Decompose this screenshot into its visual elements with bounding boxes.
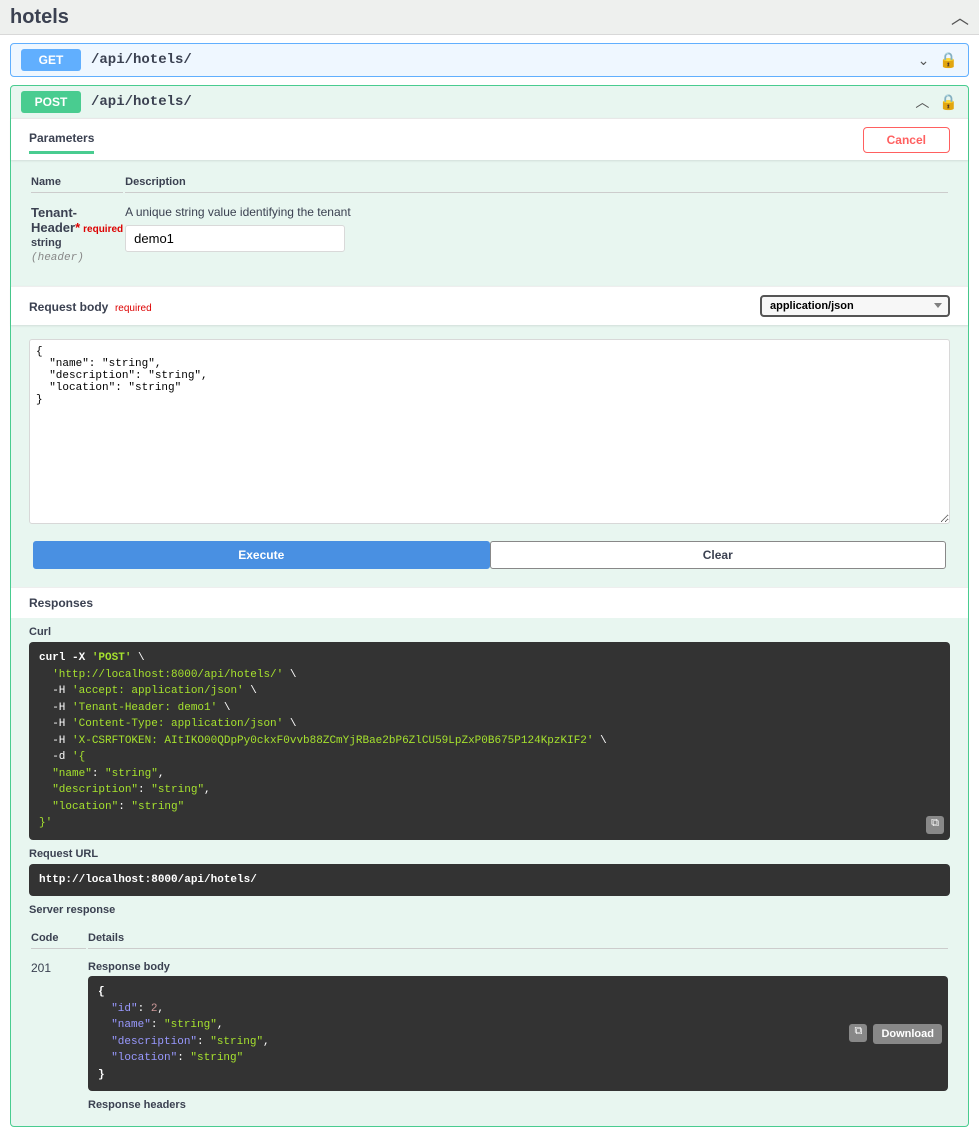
curl-title: Curl xyxy=(29,618,950,642)
col-details: Details xyxy=(88,928,948,949)
request-body-header: Request body required application/json xyxy=(11,286,968,325)
cancel-button[interactable]: Cancel xyxy=(863,127,950,153)
parameters-table: Name Description Tenant-Header*required … xyxy=(29,170,950,276)
request-url-block: http://localhost:8000/api/hotels/ xyxy=(29,864,950,897)
param-location: (header) xyxy=(31,252,84,264)
tenant-header-input[interactable] xyxy=(125,225,345,252)
response-table: Code Details 201 Response body { "id": 2… xyxy=(29,926,950,1126)
response-code: 201 xyxy=(31,951,86,1124)
response-headers-title: Response headers xyxy=(88,1099,948,1111)
chevron-up-icon[interactable]: ︿ xyxy=(915,92,929,112)
clear-button[interactable]: Clear xyxy=(490,541,947,569)
response-body-title: Response body xyxy=(88,961,948,973)
param-type: string xyxy=(31,237,62,249)
col-code: Code xyxy=(31,928,86,949)
request-body-title: Request body xyxy=(29,300,108,314)
request-url-title: Request URL xyxy=(29,840,950,864)
opblock-get: GET /api/hotels/ ⌄ 🔒 xyxy=(10,43,969,77)
param-name: Tenant-Header xyxy=(31,205,77,235)
opblock-summary-post[interactable]: POST /api/hotels/ ︿ 🔒 xyxy=(11,86,968,118)
tag-name: hotels xyxy=(10,6,69,29)
path-post: /api/hotels/ xyxy=(91,94,192,110)
request-body-editor[interactable]: { "name": "string", "description": "stri… xyxy=(29,339,950,524)
request-body-required: required xyxy=(112,303,152,314)
server-response-title: Server response xyxy=(29,896,950,920)
curl-block: curl -X 'POST' \ 'http://localhost:8000/… xyxy=(29,642,950,840)
download-button[interactable]: Download xyxy=(873,1024,942,1044)
chevron-up-icon[interactable]: ︿ xyxy=(951,4,969,30)
param-description: A unique string value identifying the te… xyxy=(125,205,948,219)
media-type-select[interactable]: application/json xyxy=(760,295,950,317)
col-name: Name xyxy=(31,172,123,193)
method-badge-post: POST xyxy=(21,91,81,113)
opblock-post: POST /api/hotels/ ︿ 🔒 Parameters Cancel … xyxy=(10,85,969,1127)
copy-icon[interactable]: ⧉ xyxy=(849,1024,867,1042)
col-desc: Description xyxy=(125,172,948,193)
param-row: Tenant-Header*required string (header) A… xyxy=(31,195,948,274)
parameters-header: Parameters Cancel xyxy=(11,118,968,160)
required-label: required xyxy=(80,224,123,235)
lock-icon[interactable]: 🔒 xyxy=(939,51,958,69)
tag-header[interactable]: hotels ︿ xyxy=(0,0,979,35)
opblock-summary-get[interactable]: GET /api/hotels/ ⌄ 🔒 xyxy=(11,44,968,76)
execute-button[interactable]: Execute xyxy=(33,541,490,569)
parameters-tab[interactable]: Parameters xyxy=(29,125,94,154)
copy-icon[interactable]: ⧉ xyxy=(926,816,944,834)
method-badge-get: GET xyxy=(21,49,81,71)
response-row: 201 Response body { "id": 2, "name": "st… xyxy=(31,951,948,1124)
response-body-block: { "id": 2, "name": "string", "descriptio… xyxy=(88,976,948,1091)
chevron-down-icon[interactable]: ⌄ xyxy=(918,52,930,69)
lock-icon[interactable]: 🔒 xyxy=(939,93,958,111)
responses-title: Responses xyxy=(11,587,968,618)
path-get: /api/hotels/ xyxy=(91,52,192,68)
